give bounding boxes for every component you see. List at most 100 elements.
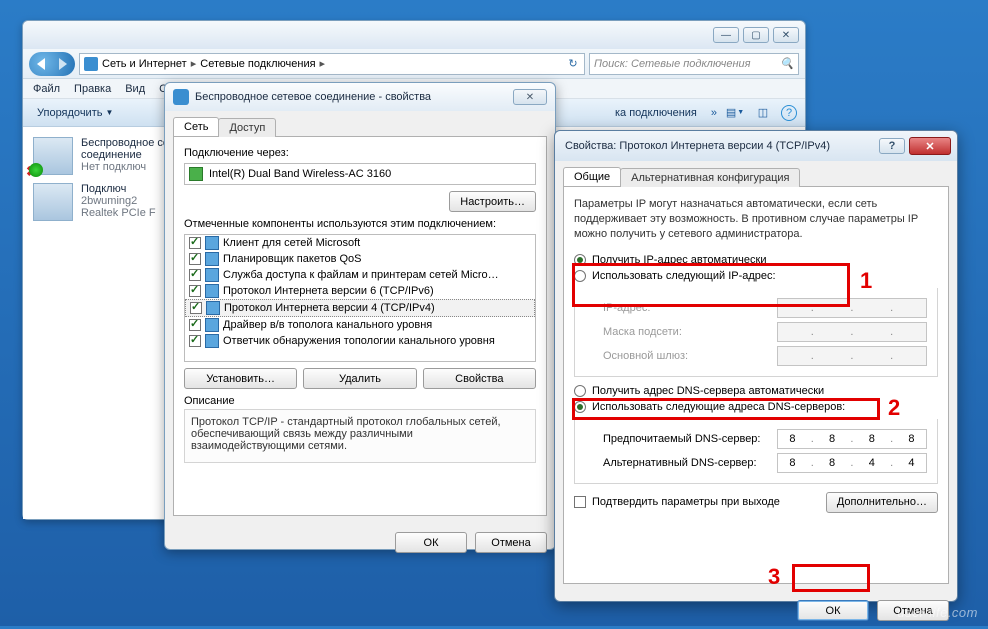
properties-button[interactable]: Свойства — [423, 368, 536, 389]
refresh-icon[interactable]: ↻ — [566, 57, 580, 71]
dialog-titlebar: Беспроводное сетевое соединение - свойст… — [165, 83, 555, 111]
ok-button[interactable]: ОК — [395, 532, 467, 553]
chevron-right-icon: ▸ — [191, 57, 197, 70]
cancel-button[interactable]: Отмена — [475, 532, 547, 553]
radio-ip-manual[interactable]: Использовать следующий IP-адрес: — [574, 268, 938, 284]
chevron-down-icon: ▼ — [105, 108, 113, 117]
network-icon — [84, 57, 98, 71]
maximize-button[interactable]: ▢ — [743, 27, 769, 43]
component-icon — [205, 318, 219, 332]
search-placeholder: Поиск: Сетевые подключения — [594, 58, 751, 70]
adapter-icon — [189, 167, 203, 181]
tab-alternate[interactable]: Альтернативная конфигурация — [620, 168, 800, 187]
component-icon — [206, 301, 220, 315]
preview-pane-button[interactable]: ◫ — [753, 104, 773, 122]
annotation-number-3: 3 — [768, 564, 780, 590]
install-button[interactable]: Установить… — [184, 368, 297, 389]
chevron-right-icon[interactable]: » — [711, 107, 717, 119]
gateway-row: Основной шлюз:... — [585, 344, 927, 368]
radio-dns-auto[interactable]: Получить адрес DNS-сервера автоматически — [574, 383, 938, 399]
configure-button[interactable]: Настроить… — [449, 191, 536, 212]
connection-ssid: 2bwuming2 — [81, 195, 156, 207]
remove-button[interactable]: Удалить — [303, 368, 416, 389]
adapter-field: Intel(R) Dual Band Wireless-AC 3160 — [184, 163, 536, 185]
component-item[interactable]: Служба доступа к файлам и принтерам сете… — [185, 267, 535, 283]
breadcrumb-item[interactable]: Сетевые подключения — [200, 58, 315, 70]
help-icon[interactable]: ? — [781, 105, 797, 121]
dns-fields-group: Предпочитаемый DNS-сервер: 8.8.8.8 Альте… — [574, 419, 938, 484]
radio-icon — [574, 385, 586, 397]
description-label: Описание — [184, 395, 536, 407]
tab-access[interactable]: Доступ — [218, 118, 276, 137]
ipv4-description: Параметры IP могут назначаться автоматич… — [574, 197, 938, 242]
checkbox[interactable] — [189, 319, 201, 331]
tab-panel-general: Параметры IP могут назначаться автоматич… — [563, 186, 949, 584]
connection-title: Подключ — [81, 183, 156, 195]
ok-button[interactable]: ОК — [797, 600, 869, 621]
checkbox[interactable] — [189, 269, 201, 281]
radio-icon — [574, 254, 586, 266]
components-list[interactable]: Клиент для сетей Microsoft Планировщик п… — [184, 234, 536, 362]
view-options-button[interactable]: ▤▼ — [725, 104, 745, 122]
radio-icon — [574, 401, 586, 413]
watermark: user-life.com — [897, 605, 978, 620]
component-item[interactable]: Драйвер в/в тополога канального уровня — [185, 317, 535, 333]
checkbox[interactable] — [190, 302, 202, 314]
tab-network[interactable]: Сеть — [173, 117, 219, 136]
ip-fields-group: IP-адрес:... Маска подсети:... Основной … — [574, 288, 938, 377]
close-button[interactable]: ✕ — [773, 27, 799, 43]
back-forward-buttons[interactable] — [29, 52, 75, 76]
breadcrumb-item[interactable]: Сеть и Интернет — [102, 58, 187, 70]
description-text: Протокол TCP/IP - стандартный протокол г… — [184, 409, 536, 463]
radio-dns-manual[interactable]: Использовать следующие адреса DNS-сервер… — [574, 399, 938, 415]
checkbox[interactable] — [189, 253, 201, 265]
annotation-number-2: 2 — [888, 395, 900, 421]
component-item[interactable]: Клиент для сетей Microsoft — [185, 235, 535, 251]
validate-label: Подтвердить параметры при выходе — [592, 496, 780, 508]
adapter-name: Intel(R) Dual Band Wireless-AC 3160 — [209, 168, 391, 180]
alternate-dns-row: Альтернативный DNS-сервер: 8.8.4.4 — [585, 451, 927, 475]
components-label: Отмеченные компоненты используются этим … — [184, 218, 536, 230]
help-button[interactable]: ? — [879, 138, 905, 154]
radio-ip-auto[interactable]: Получить IP-адрес автоматически — [574, 252, 938, 268]
close-button[interactable]: ✕ — [909, 137, 951, 155]
ipv4-properties-dialog: Свойства: Протокол Интернета версии 4 (T… — [554, 130, 958, 602]
dns-radio-group: Получить адрес DNS-сервера автоматически… — [574, 383, 938, 415]
component-item[interactable]: Планировщик пакетов QoS — [185, 251, 535, 267]
search-icon: 🔍 — [780, 57, 794, 70]
component-item-selected[interactable]: Протокол Интернета версии 4 (TCP/IPv4) — [185, 299, 535, 317]
network-icon — [173, 89, 189, 105]
connection-adapter: Realtek PCIe F — [81, 207, 156, 219]
validate-checkbox-row[interactable]: Подтвердить параметры при выходе — [574, 496, 780, 508]
component-icon — [205, 284, 219, 298]
component-item[interactable]: Ответчик обнаружения топологии канальног… — [185, 333, 535, 349]
chevron-right-icon: ▸ — [320, 57, 326, 70]
alternate-dns-input[interactable]: 8.8.4.4 — [777, 453, 927, 473]
checkbox[interactable] — [189, 285, 201, 297]
connect-to-button[interactable]: ка подключения — [609, 105, 703, 121]
organize-button[interactable]: Упорядочить▼ — [31, 105, 119, 121]
tab-general[interactable]: Общие — [563, 167, 621, 186]
preferred-dns-row: Предпочитаемый DNS-сервер: 8.8.8.8 — [585, 427, 927, 451]
component-item[interactable]: Протокол Интернета версии 6 (TCP/IPv6) — [185, 283, 535, 299]
dialog-titlebar: Свойства: Протокол Интернета версии 4 (T… — [555, 131, 957, 161]
tab-panel-network: Подключение через: Intel(R) Dual Band Wi… — [173, 136, 547, 516]
close-button[interactable]: ✕ — [513, 89, 547, 105]
annotation-number-1: 1 — [860, 268, 872, 294]
address-bar[interactable]: Сеть и Интернет▸ Сетевые подключения▸ ↻ — [79, 53, 585, 75]
wifi-icon — [33, 137, 73, 175]
checkbox[interactable] — [189, 237, 201, 249]
ip-address-input: ... — [777, 298, 927, 318]
menu-edit[interactable]: Правка — [74, 83, 111, 95]
search-input[interactable]: Поиск: Сетевые подключения 🔍 — [589, 53, 799, 75]
preferred-dns-input[interactable]: 8.8.8.8 — [777, 429, 927, 449]
menu-view[interactable]: Вид — [125, 83, 145, 95]
advanced-button[interactable]: Дополнительно… — [826, 492, 938, 513]
connect-via-label: Подключение через: — [184, 147, 536, 159]
validate-checkbox[interactable] — [574, 496, 586, 508]
explorer-navbar: Сеть и Интернет▸ Сетевые подключения▸ ↻ … — [23, 49, 805, 79]
menu-file[interactable]: Файл — [33, 83, 60, 95]
connection-properties-dialog: Беспроводное сетевое соединение - свойст… — [164, 82, 556, 550]
checkbox[interactable] — [189, 335, 201, 347]
minimize-button[interactable]: — — [713, 27, 739, 43]
